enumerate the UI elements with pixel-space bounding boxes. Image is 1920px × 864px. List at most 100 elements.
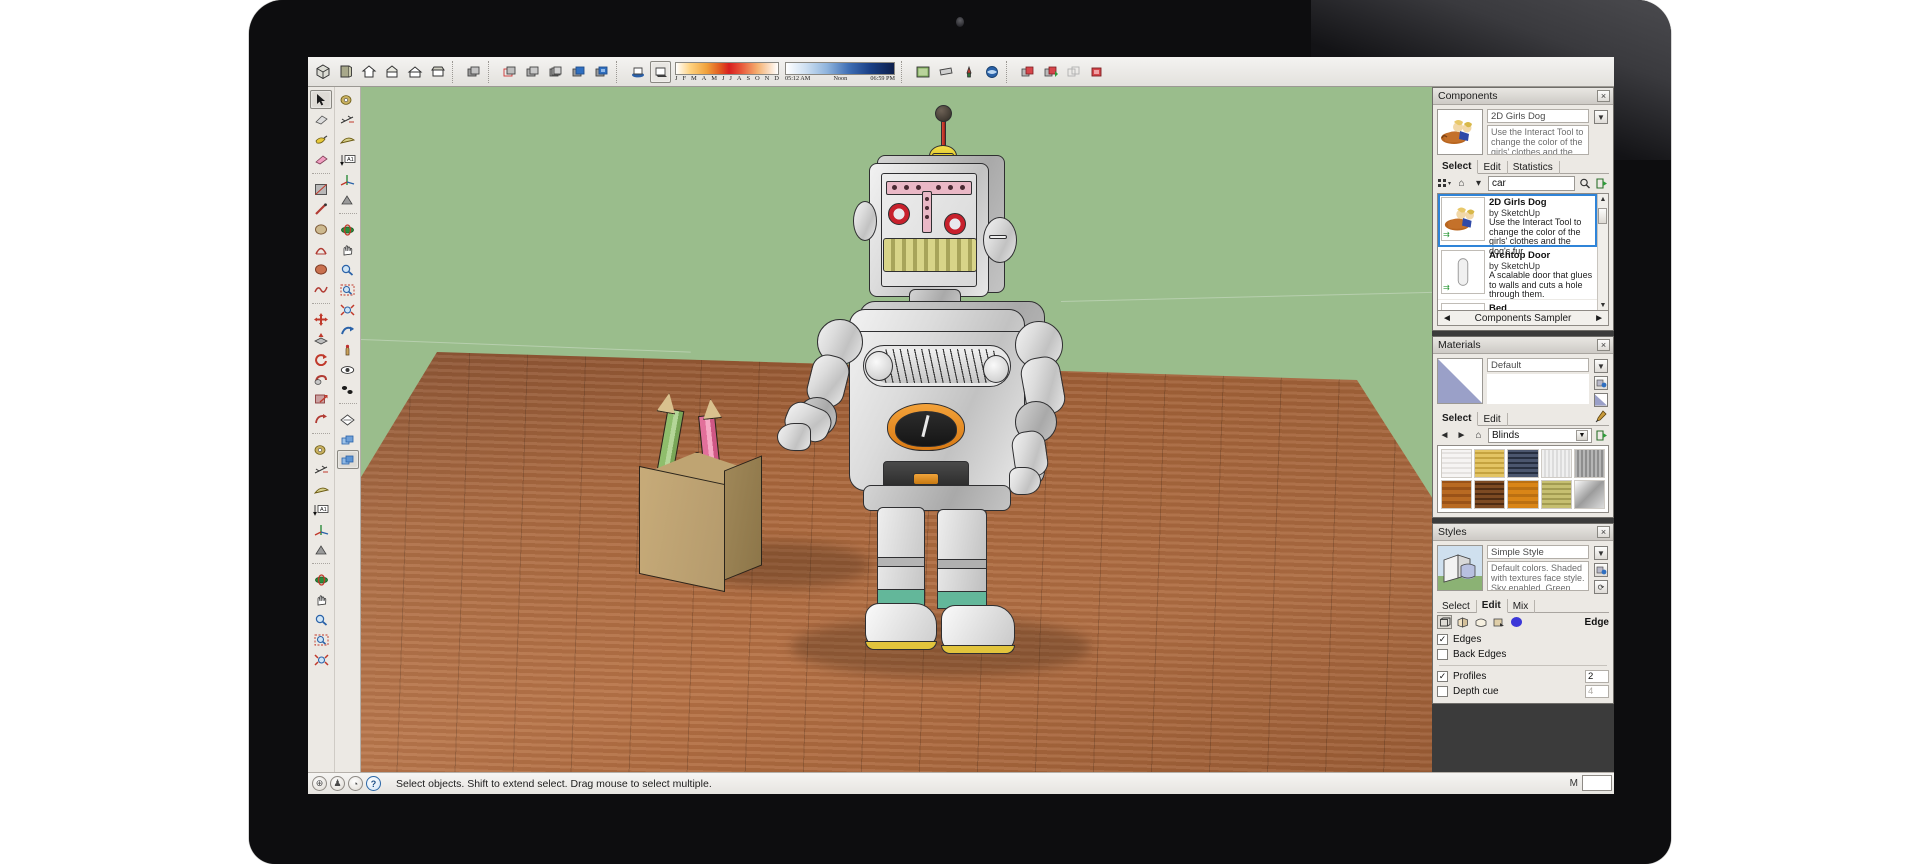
scroll-down-icon[interactable]: ▼	[1599, 300, 1608, 310]
back-edges-checkbox[interactable]	[1437, 649, 1448, 660]
section-plane-button[interactable]	[912, 61, 933, 83]
pan-tool[interactable]	[310, 590, 332, 609]
zoom-window-tool[interactable]	[310, 630, 332, 649]
arc-tool[interactable]	[310, 240, 332, 259]
swatch-wood-medium[interactable]	[1441, 480, 1473, 509]
walk-tool[interactable]	[337, 380, 359, 399]
components-list[interactable]: ⇉ 2D Girls Dog by SketchUp Use the Inter…	[1437, 193, 1609, 311]
swatch-blinds-gold[interactable]	[1474, 449, 1506, 478]
shadow-date-slider[interactable]: J F M A M J J A S O N D	[675, 61, 779, 82]
face-settings-icon[interactable]	[1455, 615, 1470, 629]
materials-forward-icon[interactable]: ►	[1454, 428, 1469, 443]
styles-create-icon[interactable]	[1594, 563, 1608, 577]
component-tool-active[interactable]	[336, 450, 359, 469]
geo-location-icon[interactable]: ⊕	[312, 776, 327, 791]
list-item[interactable]: ⇉ Archtop Door by SketchUp A scalable do…	[1438, 247, 1597, 300]
solid-subtract-button[interactable]	[1040, 61, 1061, 83]
zoom-extents-tool[interactable]	[310, 650, 332, 669]
swatch-blinds-lightgrey[interactable]	[1540, 449, 1572, 478]
wireframe-button[interactable]	[522, 61, 543, 83]
look-around-tool[interactable]	[337, 360, 359, 379]
protractor-tool[interactable]	[310, 480, 332, 499]
display-section-cuts-button[interactable]	[958, 61, 979, 83]
tab-styles-select[interactable]: Select	[1437, 600, 1477, 613]
tab-components-edit[interactable]: Edit	[1478, 161, 1508, 174]
axes-tool-b[interactable]	[337, 170, 359, 189]
axes-tool[interactable]	[310, 520, 332, 539]
tape-measure-tool-b[interactable]	[337, 110, 359, 129]
previous-view-tool[interactable]	[337, 320, 359, 339]
toy-robot[interactable]	[777, 105, 1121, 665]
protractor-tool-b[interactable]	[337, 130, 359, 149]
styles-option-edges[interactable]: ✓ Edges	[1437, 632, 1609, 647]
swatch-blinds-navy[interactable]	[1507, 449, 1539, 478]
styles-display-options-icon[interactable]: ▼	[1594, 546, 1608, 560]
component-tool[interactable]	[337, 430, 359, 449]
text-tool-b[interactable]: A1	[337, 150, 359, 169]
materials-back-icon[interactable]: ◄	[1437, 428, 1452, 443]
styles-update-icon[interactable]: ⟳	[1594, 580, 1608, 594]
xray-button[interactable]	[499, 61, 520, 83]
tab-materials-select[interactable]: Select	[1437, 412, 1479, 426]
person-icon[interactable]: ♟	[330, 776, 345, 791]
swatch-blinds-olive[interactable]	[1540, 480, 1572, 509]
show-shadows-button[interactable]	[650, 60, 671, 83]
list-item[interactable]: ⇉ 2D Girls Dog by SketchUp Use the Inter…	[1438, 194, 1597, 255]
model-viewport[interactable]	[361, 87, 1432, 772]
components-search-input[interactable]: car	[1488, 176, 1575, 191]
tab-components-statistics[interactable]: Statistics	[1508, 161, 1560, 174]
section-plane-tool[interactable]	[337, 410, 359, 429]
display-section-fill-button[interactable]	[981, 61, 1002, 83]
materials-details-flyout-icon[interactable]	[1594, 428, 1609, 443]
swatch-wood-orange[interactable]	[1507, 480, 1539, 509]
materials-create-icon[interactable]	[1594, 376, 1608, 390]
components-home-dropdown-icon[interactable]: ▾	[1471, 176, 1486, 191]
tape-measure-tool[interactable]	[310, 440, 332, 459]
text-tool[interactable]: A1	[310, 500, 332, 519]
modeling-settings-icon[interactable]	[1509, 615, 1524, 629]
orbit-tool[interactable]	[310, 570, 332, 589]
styles-panel-close-icon[interactable]: ×	[1597, 526, 1610, 538]
scale-tool[interactable]	[310, 390, 332, 409]
bottom-view-button[interactable]	[427, 61, 448, 83]
zoom-tool-b[interactable]	[337, 260, 359, 279]
display-section-planes-button[interactable]	[935, 61, 956, 83]
face-style-button[interactable]	[463, 61, 484, 83]
tab-styles-mix[interactable]: Mix	[1508, 600, 1536, 613]
zoom-tool[interactable]	[310, 610, 332, 629]
shaded-texture-button[interactable]	[591, 61, 612, 83]
freehand-tool[interactable]	[310, 280, 332, 299]
zoom-window-tool-b[interactable]	[337, 280, 359, 299]
edge-settings-icon[interactable]	[1437, 615, 1452, 629]
profiles-value-input[interactable]: 2	[1585, 670, 1609, 683]
components-display-options-icon[interactable]: ▼	[1594, 110, 1608, 124]
materials-library-select[interactable]: Blinds ▼	[1488, 428, 1592, 443]
offset-tool[interactable]	[310, 410, 332, 429]
swatch-metal-silver[interactable]	[1573, 480, 1605, 509]
move-tool[interactable]	[310, 310, 332, 329]
hidden-line-button[interactable]	[545, 61, 566, 83]
tab-components-select[interactable]: Select	[1437, 160, 1479, 174]
shaded-button[interactable]	[568, 61, 589, 83]
components-home-icon[interactable]: ⌂	[1454, 176, 1469, 191]
materials-display-options-icon[interactable]: ▼	[1594, 359, 1608, 373]
scrollbar-thumb[interactable]	[1598, 208, 1607, 224]
push-pull-tool[interactable]	[310, 330, 332, 349]
components-search-icon[interactable]	[1577, 176, 1592, 191]
help-icon[interactable]: ?	[366, 776, 381, 791]
follow-me-tool[interactable]	[310, 370, 332, 389]
styles-option-profiles[interactable]: ✓ Profiles 2	[1437, 669, 1609, 684]
zoom-extents-tool-b[interactable]	[337, 300, 359, 319]
rectangle-tool[interactable]	[310, 180, 332, 199]
tab-materials-edit[interactable]: Edit	[1478, 413, 1508, 426]
components-details-flyout-icon[interactable]	[1594, 176, 1609, 191]
shadow-time-slider[interactable]: 05:12 AM Noon 06:59 PM	[785, 61, 895, 82]
chevron-down-icon[interactable]: ▼	[1576, 430, 1588, 441]
components-list-scrollbar[interactable]: ▲ ▼	[1597, 194, 1608, 310]
back-view-button[interactable]	[404, 61, 425, 83]
pan-tool-b[interactable]	[337, 240, 359, 259]
materials-panel-close-icon[interactable]: ×	[1597, 339, 1610, 351]
swatch-blinds-white[interactable]	[1441, 449, 1473, 478]
depth-cue-value-input[interactable]: 4	[1585, 685, 1609, 698]
watermark-settings-icon[interactable]	[1491, 615, 1506, 629]
